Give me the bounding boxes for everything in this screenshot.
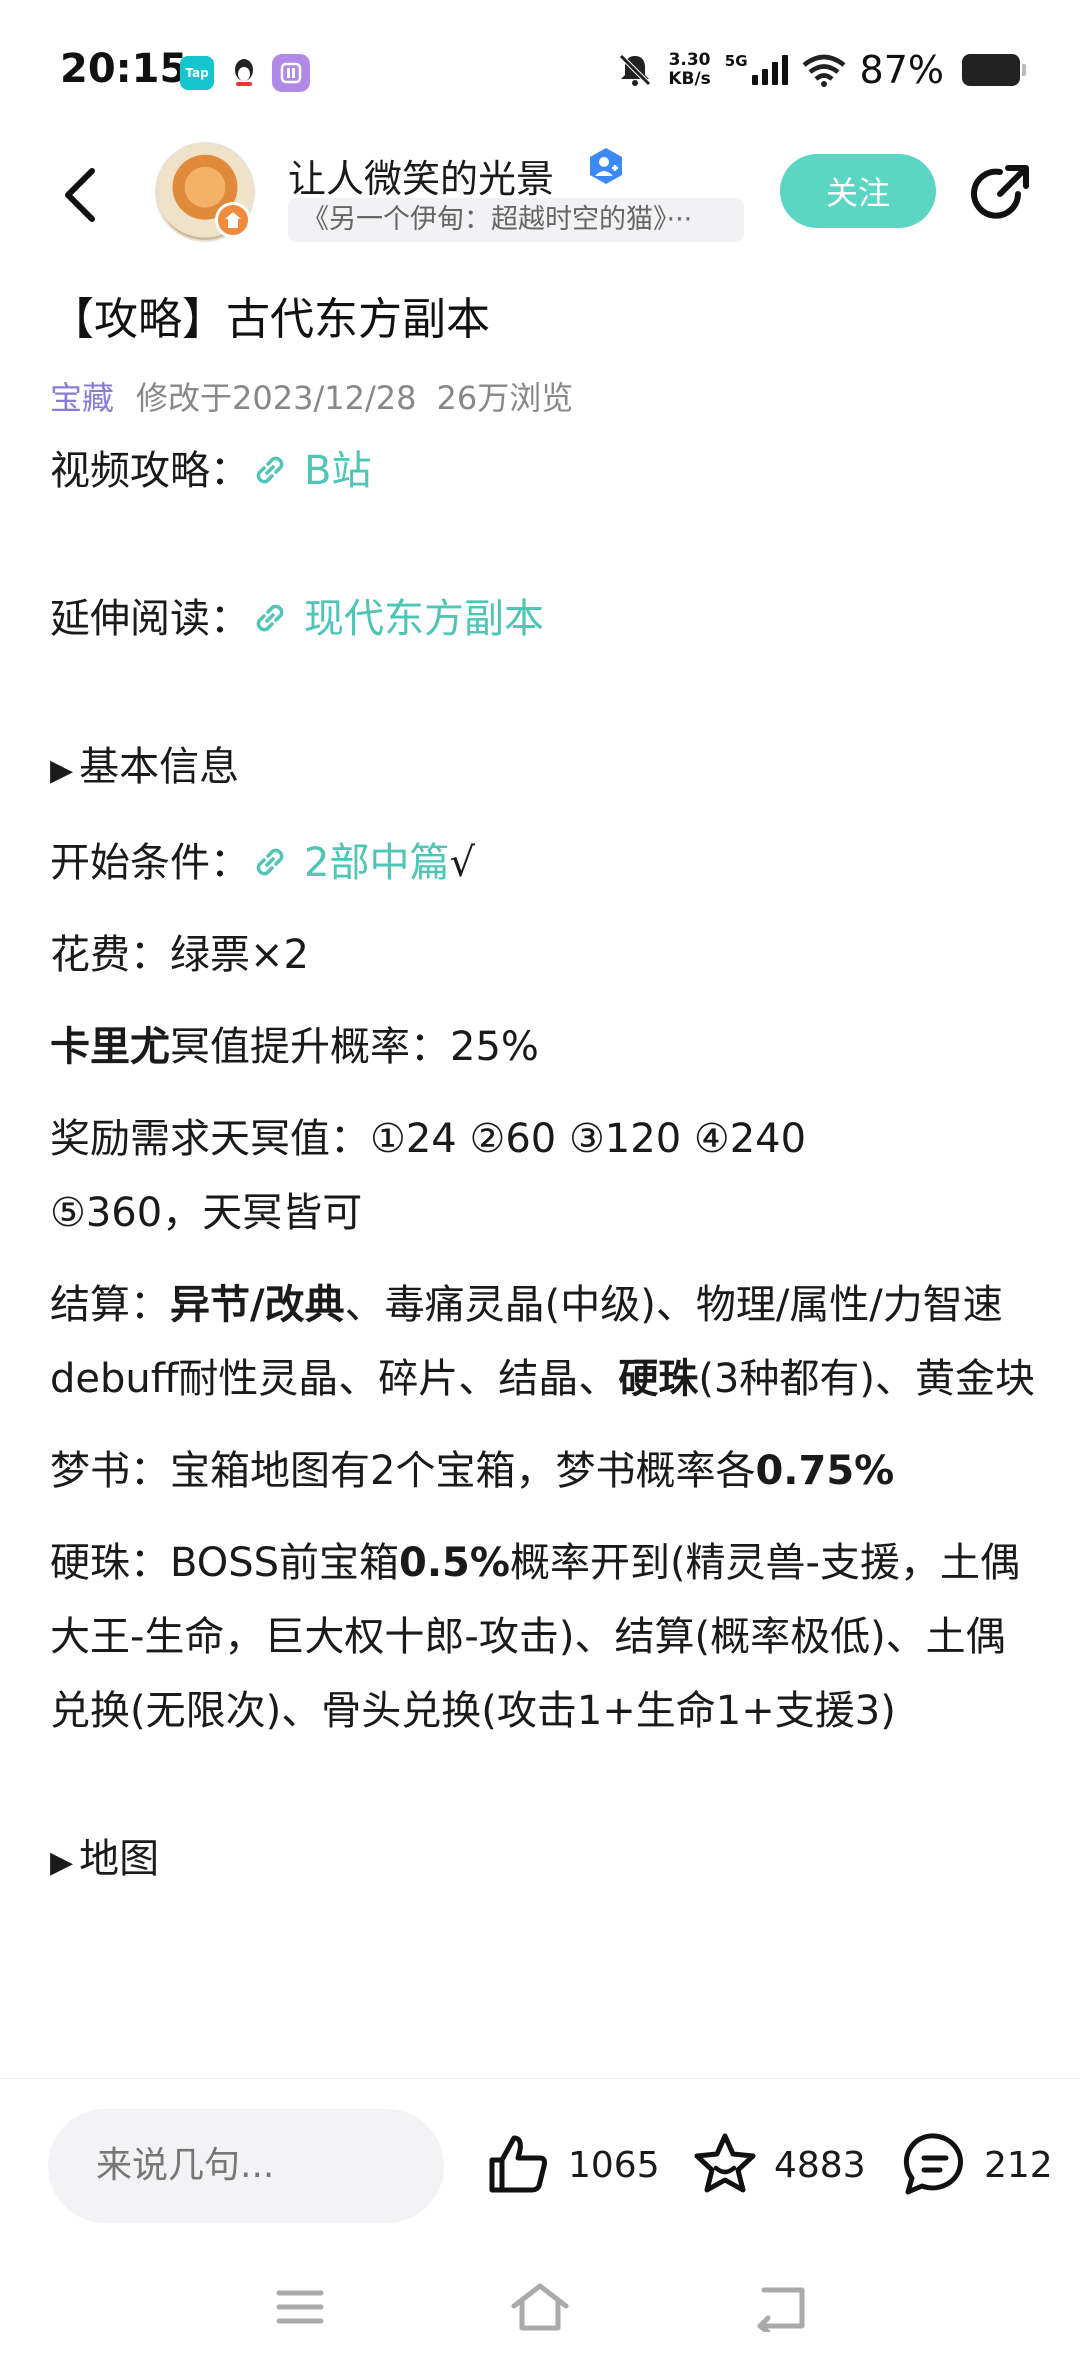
tap-app-icon: Tap — [180, 56, 214, 90]
triangle-right-icon: ▶ — [50, 753, 74, 788]
karyu-line: 卡里尤冥值提升概率：25% — [50, 1024, 539, 1070]
section-map[interactable]: ▶ 地图 — [50, 1822, 1040, 1900]
extend-link[interactable]: 现代东方副本 — [250, 596, 544, 642]
star-icon — [694, 2133, 756, 2193]
game-tag[interactable]: 《另一个伊甸：超越时空的猫》··· — [288, 198, 744, 242]
share-button[interactable] — [966, 160, 1034, 228]
purple-app-icon — [272, 54, 310, 92]
cost-line: 花费：绿票×2 — [50, 932, 309, 978]
author-name[interactable]: 让人微笑的光景 — [288, 148, 554, 203]
back-button[interactable] — [50, 160, 110, 230]
qq-icon — [230, 56, 258, 90]
video-line: 视频攻略： B站 — [50, 448, 372, 494]
wifi-icon — [802, 54, 845, 87]
home-icon — [511, 2283, 569, 2331]
article-meta: 宝藏 修改于2023/12/28 26万浏览 — [50, 376, 1040, 420]
dream-book-line: 梦书：宝箱地图有2个宝箱，梦书概率各0.75% — [50, 1448, 895, 1494]
network-type: 5G — [724, 52, 748, 70]
status-right: 3.30 KB/s 5G 87% — [616, 44, 1026, 96]
start-condition-line: 开始条件： 2部中篇√ — [50, 840, 475, 886]
article: 【攻略】古代东方副本 宝藏 修改于2023/12/28 26万浏览 视频攻略： B站 … — [50, 290, 1040, 1900]
favorite-button[interactable]: 4883 — [690, 2125, 866, 2205]
article-title: 【攻略】古代东方副本 — [50, 294, 490, 345]
verified-badge-icon — [590, 148, 622, 184]
comment-icon — [903, 2133, 963, 2195]
start-condition-link[interactable]: 2部中篇 — [250, 840, 449, 886]
thumbs-up-icon — [489, 2135, 547, 2193]
battery-icon — [962, 54, 1026, 86]
status-bar: 20:15 Tap 3.30 KB/s 5G 87% — [0, 0, 1080, 140]
like-button[interactable]: 1065 — [484, 2125, 660, 2205]
menu-icon — [276, 2290, 324, 2324]
signal-icon — [751, 55, 788, 85]
modified-date: 修改于2023/12/28 — [136, 379, 417, 417]
section-basic-info[interactable]: ▶ 基本信息 — [50, 730, 1040, 808]
comment-button[interactable]: 212 — [900, 2125, 1053, 2205]
status-time: 20:15 — [60, 46, 188, 92]
hard-orb-line: 硬珠：BOSS前宝箱0.5%概率开到(精灵兽-支援，土偶大王-生命，巨大权十郎-… — [50, 1540, 1020, 1734]
home-button[interactable] — [505, 2272, 575, 2342]
battery-percent: 87% — [859, 48, 944, 92]
link-icon — [256, 604, 284, 632]
post-header: 让人微笑的光景 《另一个伊甸：超越时空的猫》··· 关注 — [0, 140, 1080, 250]
chevron-left-icon — [65, 168, 95, 222]
creator-badge-icon — [215, 202, 251, 238]
settlement-line: 结算：异节/改典、毒痛灵晶(中级)、物理/属性/力智速debuff耐性灵晶、碎片… — [50, 1282, 1035, 1402]
link-icon — [256, 456, 284, 484]
view-count: 26万浏览 — [436, 379, 574, 417]
reward-line: 奖励需求天冥值：①24 ②60 ③120 ④240 ⑤360，天冥皆可 — [50, 1116, 807, 1236]
link-icon — [256, 848, 284, 876]
follow-button[interactable]: 关注 — [780, 154, 936, 228]
return-icon — [757, 2287, 805, 2332]
video-link[interactable]: B站 — [250, 448, 371, 494]
triangle-right-icon: ▶ — [50, 1845, 74, 1880]
share-icon — [971, 165, 1029, 219]
article-body: 视频攻略： B站 延伸阅读： 现代东方副本 ▶ 基本信息 开始条件： 2部中篇√ 花费：… — [50, 434, 1040, 1900]
net-speed: 3.30 KB/s — [668, 50, 711, 89]
category-tag[interactable]: 宝藏 — [50, 379, 114, 417]
mute-bell-icon — [619, 54, 652, 86]
extend-line: 延伸阅读： 现代东方副本 — [50, 596, 544, 642]
comment-input[interactable]: 来说几句... — [48, 2109, 444, 2223]
back-nav-button[interactable] — [745, 2272, 815, 2342]
menu-button[interactable] — [265, 2272, 335, 2342]
bottom-action-bar: 来说几句... 1065 4883 212 — [0, 2078, 1080, 2248]
system-nav-bar — [0, 2248, 1080, 2376]
